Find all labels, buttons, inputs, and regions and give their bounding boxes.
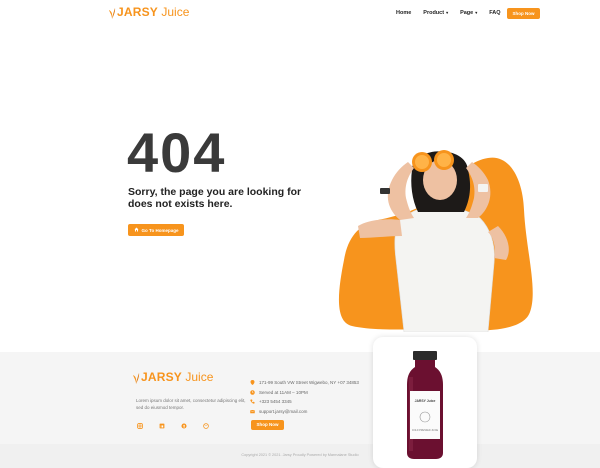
facebook-icon[interactable] xyxy=(180,422,187,429)
instagram-icon[interactable] xyxy=(136,422,143,429)
woman-figure xyxy=(394,205,495,333)
brand-name-light: Juice xyxy=(158,5,190,19)
bottle-label-flavor: COLD PRESSED JUICE xyxy=(412,429,439,432)
linkedin-icon[interactable] xyxy=(158,422,165,429)
chevron-down-icon: ▾ xyxy=(446,10,449,15)
chevron-down-icon: ▾ xyxy=(475,10,478,15)
contact-email-text: support.jarsy@mail.com xyxy=(259,408,308,414)
contact-address-text: 171-99 South VW Street Wigwebo, NY +07 3… xyxy=(259,380,359,386)
bottle-label-brand: JARSY Juice xyxy=(415,399,436,403)
juice-bottle-image: JARSY Juice COLD PRESSED JUICE xyxy=(407,351,443,459)
hero-illustration xyxy=(338,140,538,333)
contact-phone-text: +323 5454 3345 xyxy=(259,399,292,405)
brand-logo[interactable]: JARSY Juice xyxy=(108,5,189,19)
footer-description: Lorem ipsum dolor sit amet, consectetur … xyxy=(136,398,246,410)
leaf-icon xyxy=(132,371,140,384)
phone-icon xyxy=(250,399,255,404)
error-message: Sorry, the page you are looking for does… xyxy=(128,186,302,210)
product-card[interactable]: JARSY Juice COLD PRESSED JUICE xyxy=(373,337,477,468)
go-to-homepage-label: Go To Homepage xyxy=(141,227,179,233)
social-links xyxy=(136,422,209,429)
location-icon xyxy=(250,380,255,386)
nav-item-product[interactable]: Product ▾ xyxy=(423,10,448,16)
footer-brand-logo[interactable]: JARSY Juice xyxy=(132,370,213,384)
footer-shop-now-button[interactable]: Shop Now xyxy=(251,420,284,430)
dribbble-icon[interactable] xyxy=(202,422,209,429)
contact-hours-text: Served at 11AM – 10PM xyxy=(259,389,308,395)
mail-icon xyxy=(250,409,255,414)
footer-brand-name-bold: JARSY xyxy=(141,370,183,384)
clock-icon xyxy=(250,390,255,395)
nav-item-page[interactable]: Page ▾ xyxy=(460,10,477,16)
contact-email: support.jarsy@mail.com xyxy=(250,407,359,417)
home-icon xyxy=(134,227,139,233)
contact-list: 171-99 South VW Street Wigwebo, NY +07 3… xyxy=(250,378,359,416)
shop-now-button[interactable]: Shop Now xyxy=(507,8,540,19)
leaf-icon xyxy=(108,6,116,19)
copyright-text: Copyright 2021 © 2021. Jarsy Proudly Pow… xyxy=(241,453,359,457)
main-nav: Home Product ▾ Page ▾ FAQ xyxy=(396,10,501,16)
nav-item-faq[interactable]: FAQ xyxy=(489,10,500,16)
contact-phone: +323 5454 3345 xyxy=(250,397,359,407)
brand-name-bold: JARSY xyxy=(117,5,159,19)
nav-item-home[interactable]: Home xyxy=(396,10,411,16)
site-header: JARSY Juice Home Product ▾ Page ▾ FAQ Shop… xyxy=(0,0,600,28)
contact-hours: Served at 11AM – 10PM xyxy=(250,388,359,398)
go-to-homepage-button[interactable]: Go To Homepage xyxy=(128,224,184,236)
error-code: 404 xyxy=(127,121,227,184)
footer-brand-name-light: Juice xyxy=(182,370,214,384)
contact-address: 171-99 South VW Street Wigwebo, NY +07 3… xyxy=(250,378,359,388)
